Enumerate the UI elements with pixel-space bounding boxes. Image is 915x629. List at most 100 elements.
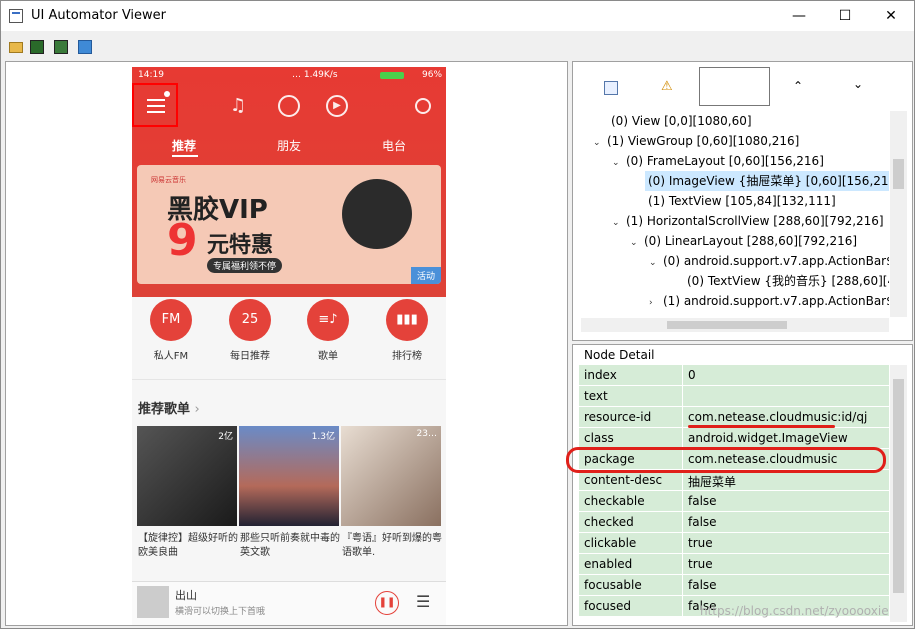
detail-key: enabled <box>584 557 633 571</box>
tree-node[interactable]: (1) TextView [105,84][132,111] <box>648 191 836 211</box>
playlist-icon: ≡♪ <box>307 299 349 341</box>
detail-row-enabled[interactable]: enabled true <box>579 554 889 575</box>
warning-icon[interactable]: ⚠ <box>661 79 673 94</box>
feature-personal-fm[interactable]: FM 私人FM <box>141 299 201 362</box>
detail-row-checkable[interactable]: checkable false <box>579 491 889 512</box>
tab-friends[interactable]: 朋友 <box>277 137 301 154</box>
detail-value: false <box>688 578 717 592</box>
highlight-underline <box>688 425 835 428</box>
tree-node[interactable]: ⌄ (0) LinearLayout [288,60][792,216] <box>630 231 857 251</box>
chart-bars-icon: ▮▮▮ <box>386 299 428 341</box>
expand-all-icon[interactable] <box>604 81 618 95</box>
highlight-oval <box>566 447 886 473</box>
detail-key: focusable <box>584 578 642 592</box>
node-detail-header: Node Detail <box>584 348 655 362</box>
detail-key: clickable <box>584 536 637 550</box>
chevron-down-icon[interactable]: ⌄ <box>649 253 663 273</box>
playlist-title: 【旋律控】超级好听的欧美良曲 <box>138 533 238 558</box>
tree-node[interactable]: › (1) android.support.v7.app.ActionBar$ <box>649 291 889 311</box>
hamburger-icon <box>147 99 165 101</box>
horizontal-scrollbar[interactable] <box>581 318 889 332</box>
device-screenshot-icon[interactable] <box>30 40 44 54</box>
chevron-down-icon[interactable]: ⌄ <box>630 233 644 253</box>
save-icon[interactable] <box>78 40 92 54</box>
tree-node[interactable]: ⌄ (1) HorizontalScrollView [288,60][792,2… <box>612 211 884 231</box>
playlist-card[interactable]: 2亿 <box>137 426 237 526</box>
detail-value: 抽屉菜单 <box>688 475 737 489</box>
detail-key: index <box>584 368 617 382</box>
banner-sub: 元特惠 <box>207 233 274 258</box>
feature-playlist[interactable]: ≡♪ 歌单 <box>298 299 358 362</box>
feature-daily[interactable]: 25 每日推荐 <box>220 299 280 362</box>
detail-row-clickable[interactable]: clickable true <box>579 533 889 554</box>
tree-node[interactable]: (0) TextView {我的音乐} [288,60][456 <box>687 271 889 291</box>
tree-node-selected[interactable]: (0) ImageView {抽屉菜单} [0,60][156,216] <box>645 171 889 191</box>
vip-banner[interactable]: 网易云音乐 黑胶VIP 9 元特惠 专属福利领不停 活动 <box>137 165 441 284</box>
search-field[interactable] <box>699 67 770 106</box>
drawer-menu-button[interactable] <box>132 83 178 127</box>
vertical-scrollbar[interactable] <box>890 111 907 317</box>
detail-row-text[interactable]: text <box>579 386 889 407</box>
close-button[interactable]: ✕ <box>868 1 914 31</box>
feature-charts[interactable]: ▮▮▮ 排行榜 <box>377 299 437 362</box>
album-art <box>137 586 169 618</box>
play-count: 1.3亿 <box>311 432 335 442</box>
folder-open-icon[interactable] <box>9 42 23 53</box>
playlist-title: 那些只听前奏就中毒的英文歌 <box>240 533 340 558</box>
video-play-icon[interactable]: ▶ <box>326 95 348 117</box>
detail-value: android.widget.ImageView <box>688 431 848 445</box>
detail-row-focusable[interactable]: focusable false <box>579 575 889 596</box>
detail-value: true <box>688 557 713 571</box>
music-note-icon[interactable]: ♫ <box>230 95 246 116</box>
feature-label: 排行榜 <box>392 351 422 362</box>
playlist-queue-icon[interactable]: ☰ <box>416 592 430 611</box>
chevron-up-icon[interactable]: ⌃ <box>793 79 803 93</box>
detail-row-class[interactable]: class android.widget.ImageView <box>579 428 889 449</box>
tree-node[interactable]: ⌄ (1) ViewGroup [0,60][1080,216] <box>593 131 799 151</box>
play-count: 23… <box>416 429 437 439</box>
playlist-card[interactable]: 1.3亿 <box>239 426 339 526</box>
app-icon <box>9 9 23 23</box>
detail-row-content-desc[interactable]: content-desc 抽屉菜单 <box>579 470 889 491</box>
tab-recommend[interactable]: 推荐 <box>172 137 196 154</box>
play-count: 2亿 <box>218 432 233 442</box>
tree-node[interactable]: ⌄ (0) FrameLayout [0,60][156,216] <box>612 151 824 171</box>
divider <box>132 379 446 380</box>
section-title[interactable]: 推荐歌单 › <box>138 398 200 417</box>
watermark: https://blog.csdn.net/zyooooxie <box>700 604 889 618</box>
minimize-button[interactable]: — <box>776 1 822 31</box>
tree-node[interactable]: ⌄ (0) android.support.v7.app.ActionBar$ <box>649 251 889 271</box>
hierarchy-tree[interactable]: (0) View [0,0][1080,60] ⌄ (1) ViewGroup [… <box>581 111 889 317</box>
chevron-right-icon: › <box>194 402 200 417</box>
feature-label: 私人FM <box>153 351 189 362</box>
detail-value: 0 <box>688 368 696 382</box>
device-screenshot-compressed-icon[interactable] <box>54 40 68 54</box>
status-network: … 1.49K/s <box>292 70 338 80</box>
playlist-card[interactable]: 23… <box>341 426 441 526</box>
pause-icon[interactable]: ❚❚ <box>375 591 399 615</box>
chevron-right-icon[interactable]: › <box>649 293 663 313</box>
tree-node[interactable]: (0) View [0,0][1080,60] <box>611 111 752 131</box>
detail-key: checked <box>584 515 634 529</box>
tab-radio[interactable]: 电台 <box>382 137 406 154</box>
detail-row-index[interactable]: index 0 <box>579 365 889 386</box>
device-screenshot[interactable]: 14:19 … 1.49K/s 96% ♫ ▶ 推荐 朋友 电台 网易云音乐 黑… <box>132 67 446 625</box>
battery-level: 96% <box>422 70 443 80</box>
detail-key: resource-id <box>584 410 652 424</box>
feature-label: 歌单 <box>318 351 338 362</box>
detail-value: com.netease.cloudmusic:id/qj <box>688 410 868 424</box>
gramophone-image <box>342 179 412 249</box>
detail-scrollbar[interactable] <box>890 365 907 622</box>
chevron-down-icon[interactable]: ⌄ <box>612 213 626 233</box>
search-icon[interactable] <box>415 98 431 114</box>
maximize-button[interactable]: ☐ <box>822 1 868 31</box>
uiautomator-window: UI Automator Viewer — ☐ ✕ 14:19 … 1.49K/… <box>0 0 915 629</box>
chevron-down-icon[interactable]: ⌄ <box>612 153 626 173</box>
detail-key: text <box>584 389 608 403</box>
detail-row-checked[interactable]: checked false <box>579 512 889 533</box>
chevron-down-icon[interactable]: ⌄ <box>853 77 863 91</box>
mini-player[interactable]: 出山 横滑可以切换上下首哦 ❚❚ ☰ <box>132 581 446 625</box>
notification-dot <box>164 91 170 97</box>
cloud-music-logo-icon[interactable] <box>278 95 300 117</box>
chevron-down-icon[interactable]: ⌄ <box>593 133 607 153</box>
